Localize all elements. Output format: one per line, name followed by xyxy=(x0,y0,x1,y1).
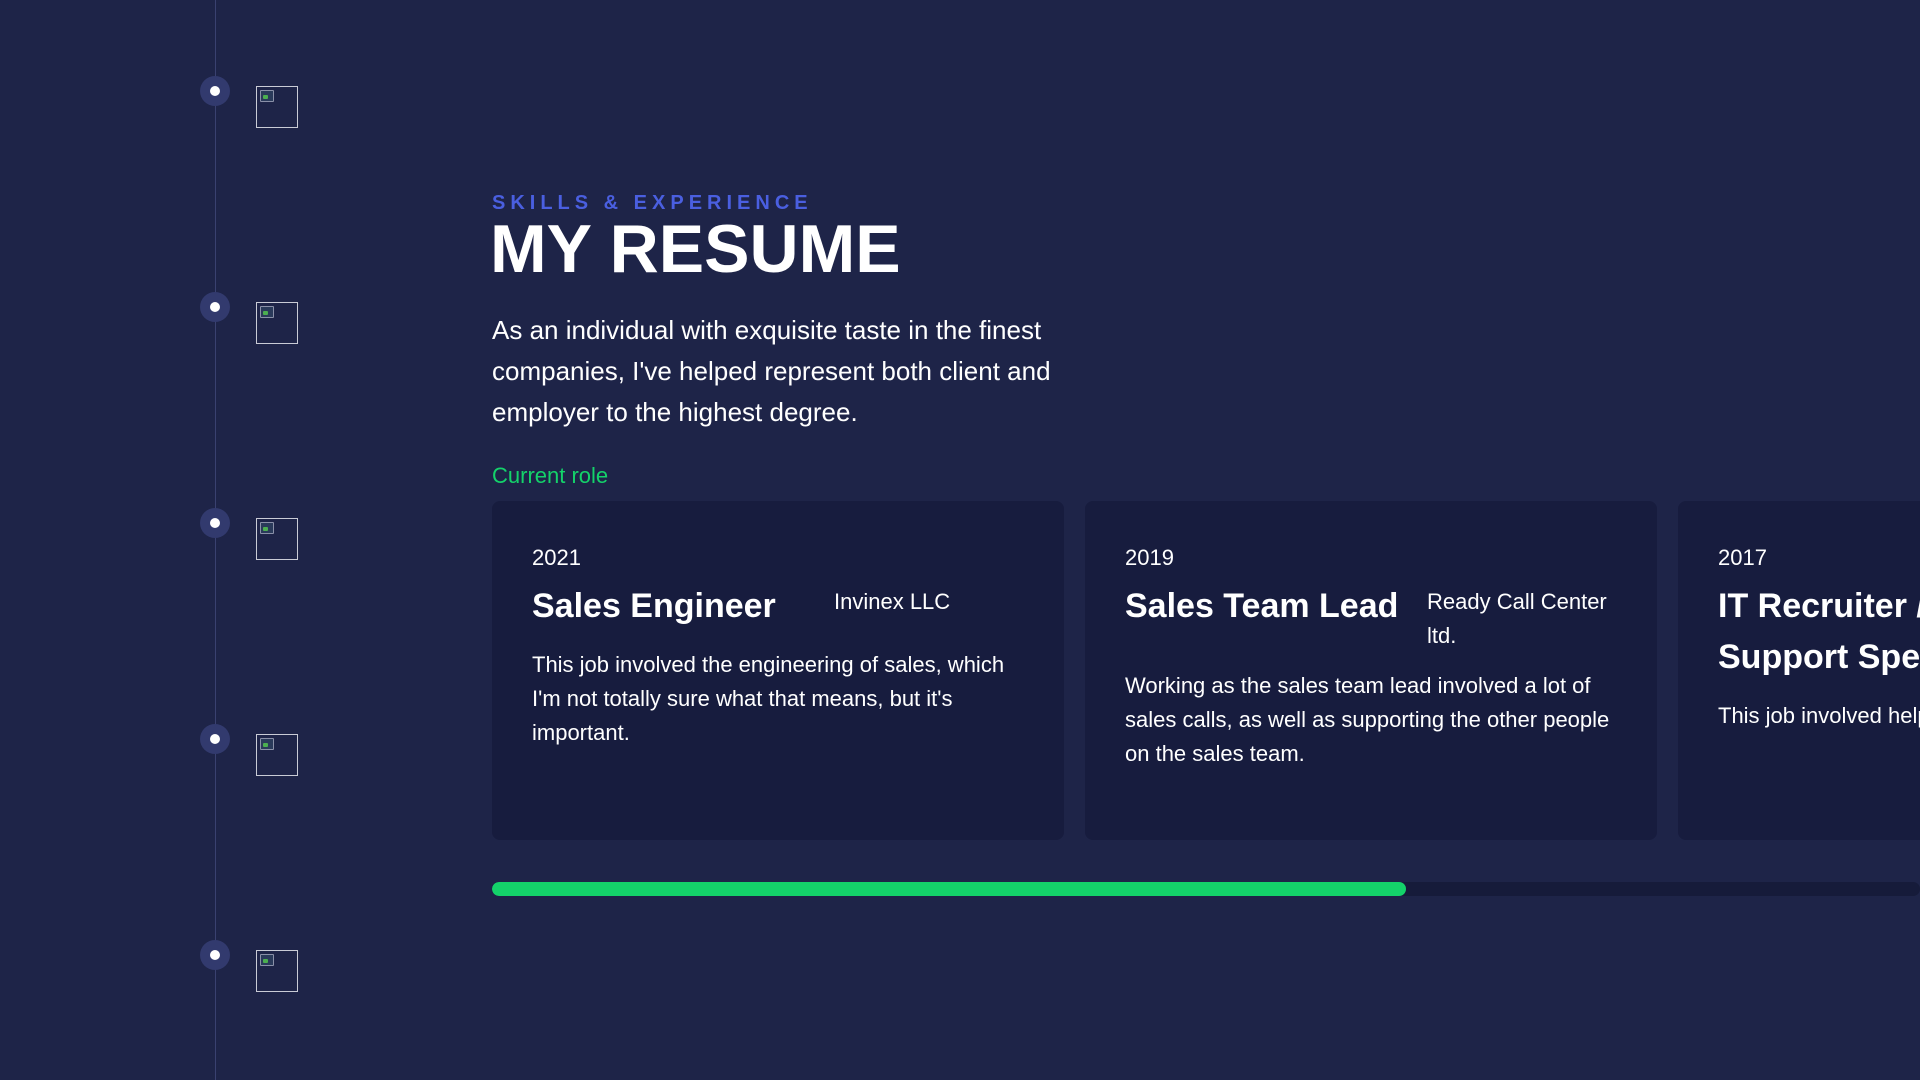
timeline-item[interactable] xyxy=(200,292,310,344)
timeline-dot-icon[interactable] xyxy=(200,724,230,754)
timeline-item[interactable] xyxy=(200,76,310,128)
timeline-item[interactable] xyxy=(200,508,310,560)
current-role-label: Current role xyxy=(492,463,609,488)
job-year: 2017 xyxy=(1718,545,1767,570)
page-title: MY RESUME xyxy=(490,211,901,287)
broken-image-icon xyxy=(256,950,298,992)
timeline-dot-icon[interactable] xyxy=(200,292,230,322)
job-description: Working as the sales team lead involved … xyxy=(1125,673,1610,766)
job-year: 2021 xyxy=(532,545,581,570)
job-title: Sales Team Lead xyxy=(1125,587,1399,625)
job-company: Ready Call Center ltd. xyxy=(1427,589,1607,648)
job-company: Invinex LLC xyxy=(834,589,951,614)
intro-text: As an individual with exquisite taste in… xyxy=(492,315,1051,427)
broken-image-icon xyxy=(256,734,298,776)
broken-image-icon xyxy=(256,86,298,128)
job-card[interactable]: 2017 IT Recruiter / Support Spec This jo… xyxy=(1678,501,1920,840)
job-title: IT Recruiter / Support Spec xyxy=(1718,587,1920,676)
carousel-scrollbar-thumb[interactable] xyxy=(492,882,1406,896)
job-year: 2019 xyxy=(1125,545,1174,570)
timeline-dot-icon[interactable] xyxy=(200,940,230,970)
job-description: This job involved the engineering of sal… xyxy=(532,652,1005,745)
resume-page: SKILLS & EXPERIENCE MY RESUME As an indi… xyxy=(0,0,1920,1080)
job-card[interactable]: 2021 Sales Engineer Invinex LLC This job… xyxy=(492,501,1064,840)
job-card[interactable]: 2019 Sales Team Lead Ready Call Center l… xyxy=(1085,501,1657,840)
job-carousel[interactable]: 2021 Sales Engineer Invinex LLC This job… xyxy=(492,501,1920,841)
job-description: This job involved help supporting the su… xyxy=(1718,703,1920,728)
carousel-scrollbar[interactable] xyxy=(492,882,1920,896)
broken-image-icon xyxy=(256,302,298,344)
timeline-dot-icon[interactable] xyxy=(200,508,230,538)
timeline-dot-icon[interactable] xyxy=(200,76,230,106)
broken-image-icon xyxy=(256,518,298,560)
timeline-item[interactable] xyxy=(200,724,310,776)
job-title: Sales Engineer xyxy=(532,587,776,625)
timeline-item[interactable] xyxy=(200,940,310,992)
